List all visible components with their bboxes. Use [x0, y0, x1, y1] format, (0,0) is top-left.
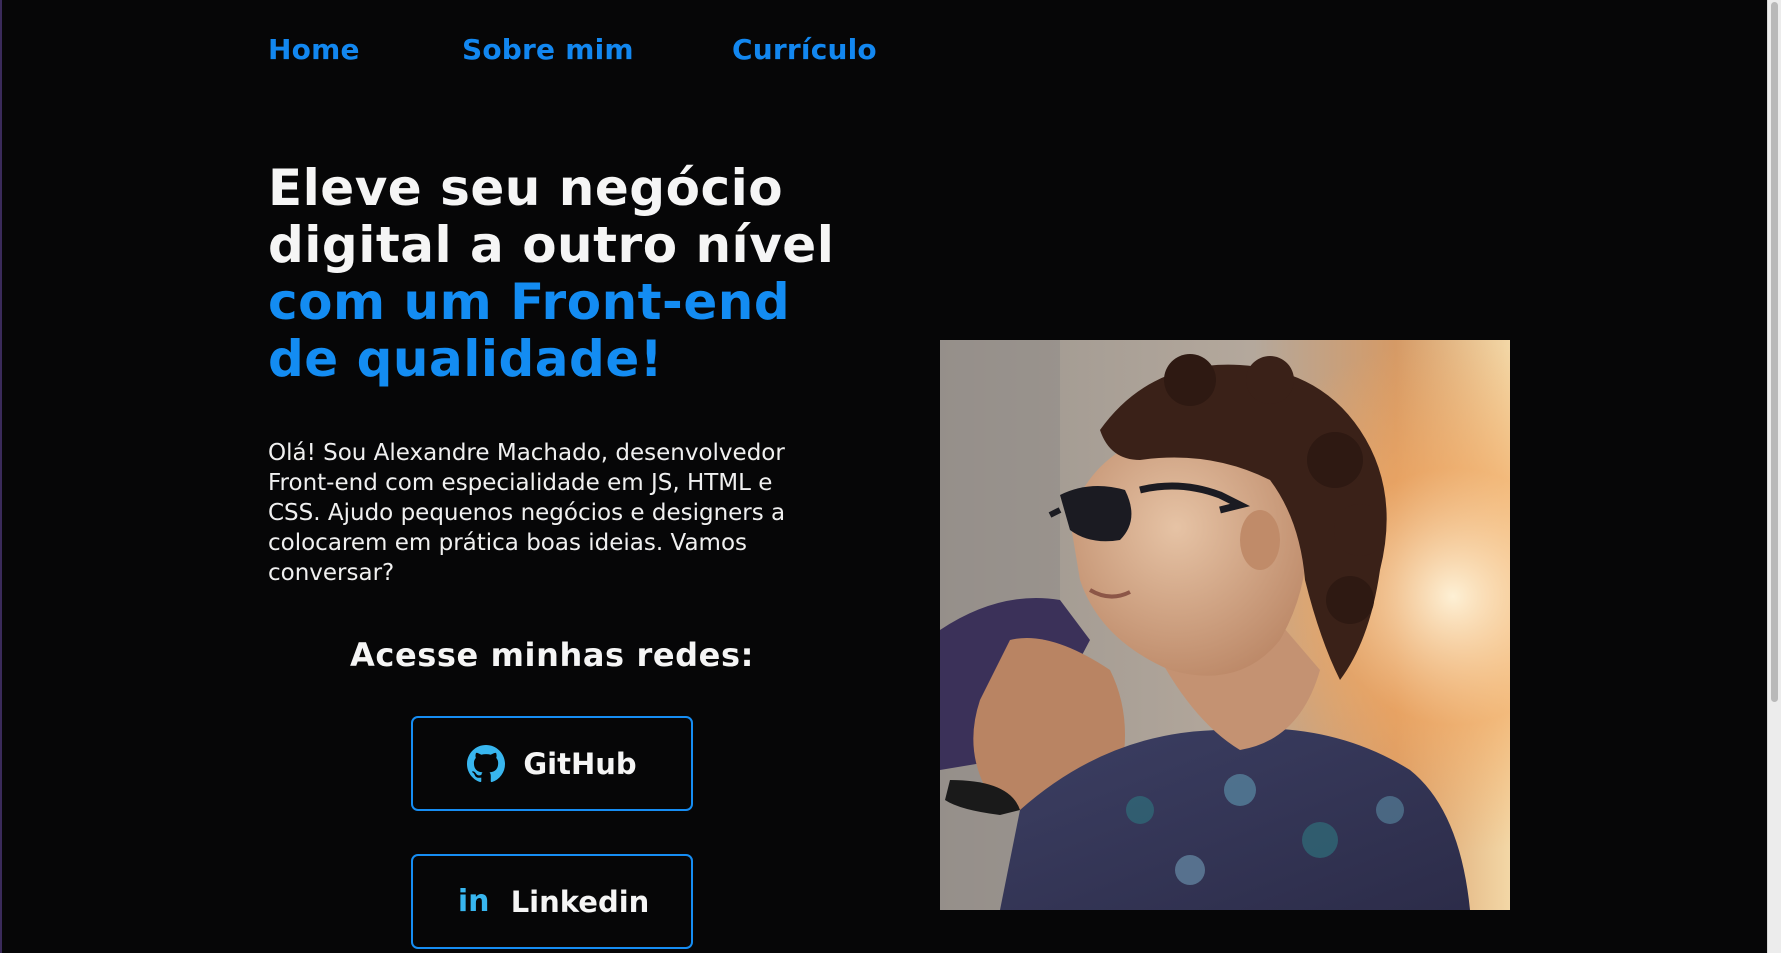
- hero-title: Eleve seu negócio digital a outro nível …: [268, 160, 888, 388]
- hero-title-highlight-line: com um Front-end: [268, 273, 791, 331]
- intro-line: Front-end com especialidade em JS, HTML …: [268, 470, 773, 496]
- intro-line: colocarem em prática boas ideias. Vamos: [268, 530, 748, 556]
- window-edge: [0, 0, 2, 953]
- intro-line: CSS. Ajudo pequenos negócios e designers…: [268, 500, 786, 526]
- nav-about-link[interactable]: Sobre mim: [462, 33, 634, 66]
- social-heading: Acesse minhas redes:: [350, 636, 754, 674]
- hero-title-line: Eleve seu negócio: [268, 159, 784, 217]
- hero-title-line: digital a outro nível: [268, 216, 835, 274]
- github-icon: [467, 744, 506, 783]
- nav-resume-link[interactable]: Currículo: [732, 33, 877, 66]
- hero-title-highlight-line: de qualidade!: [268, 330, 664, 388]
- nav-home-link[interactable]: Home: [268, 33, 360, 66]
- linkedin-icon-glyph: in: [457, 883, 490, 919]
- scrollbar-thumb[interactable]: [1771, 2, 1778, 702]
- linkedin-icon: in: [455, 883, 493, 921]
- linkedin-button[interactable]: in Linkedin: [411, 854, 693, 949]
- intro-line: conversar?: [268, 560, 395, 586]
- profile-photo: [940, 340, 1510, 910]
- intro-paragraph: Olá! Sou Alexandre Machado, desenvolvedo…: [268, 438, 848, 588]
- github-button[interactable]: GitHub: [411, 716, 693, 811]
- github-button-label: GitHub: [523, 746, 637, 781]
- intro-line: Olá! Sou Alexandre Machado, desenvolvedo…: [268, 440, 785, 466]
- linkedin-button-label: Linkedin: [510, 884, 650, 919]
- page-scrollbar[interactable]: [1767, 0, 1781, 953]
